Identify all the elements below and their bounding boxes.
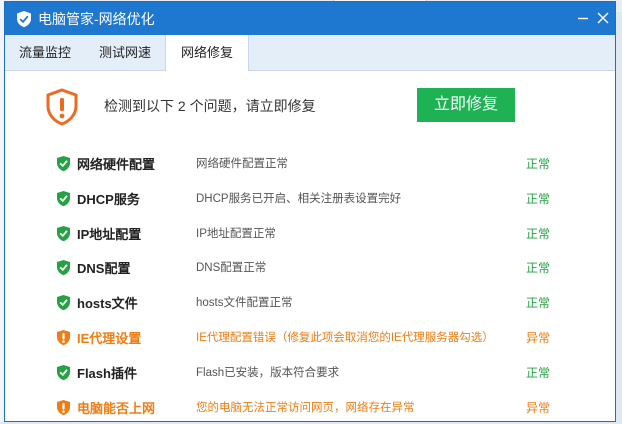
- shield-logo-icon: [17, 11, 31, 28]
- check-item-name: IE代理设置: [77, 330, 142, 346]
- check-item-description: hosts文件配置正常: [196, 297, 293, 310]
- check-shield-icon: [57, 295, 70, 311]
- check-item-status: 正常: [526, 157, 551, 171]
- problem-summary: 检测到以下 2 个问题，请立即修复 立即修复: [5, 71, 615, 139]
- check-item-description: Flash已安装，版本符合要求: [196, 366, 340, 379]
- check-item-name: DHCP服务: [77, 191, 140, 207]
- check-item-name: Flash插件: [77, 365, 137, 381]
- check-item-row: 电脑能否上网 您的电脑无法正常访问网页，网络存在异常 异常: [5, 390, 615, 424]
- check-shield-icon: [57, 190, 70, 206]
- check-item-name: 网络硬件配置: [77, 157, 156, 172]
- check-item-row: Flash插件 Flash已安装，版本符合要求 正常: [5, 355, 615, 390]
- check-item-name: hosts文件: [77, 296, 138, 312]
- tab-speed-test[interactable]: 测试网速: [85, 35, 165, 70]
- check-shield-icon: [57, 225, 70, 241]
- check-item-status: 正常: [526, 226, 551, 241]
- warning-shield-icon: [57, 329, 70, 346]
- close-icon[interactable]: [595, 10, 611, 26]
- warning-shield-icon: [57, 399, 70, 415]
- fix-now-button[interactable]: 立即修复: [417, 88, 515, 122]
- warning-shield-icon: [46, 88, 78, 126]
- check-item-status: 异常: [526, 400, 551, 415]
- check-item-name: 电脑能否上网: [77, 400, 156, 416]
- network-optimization-window: 电脑管家-网络优化 流量监控 测试网速 网络修复 检测到以下 2 个问题，请立即…: [4, 1, 616, 422]
- check-item-status: 正常: [526, 296, 551, 311]
- check-item-row: IP地址配置 IP地址配置正常 正常: [5, 216, 615, 251]
- check-item-name: IP地址配置: [77, 226, 142, 242]
- check-item-status: 异常: [526, 330, 551, 345]
- check-item-description: IE代理配置错误（修复此项会取消您的IE代理服务器勾选）: [196, 331, 494, 344]
- check-item-description: 网络硬件配置正常: [196, 158, 288, 170]
- check-shield-icon: [57, 260, 70, 276]
- check-item-description: DNS配置正常: [196, 262, 267, 275]
- minimize-icon[interactable]: [575, 10, 591, 26]
- tab-bar: 流量监控 测试网速 网络修复: [5, 35, 615, 71]
- window-title: 电脑管家-网络优化: [38, 11, 155, 27]
- check-item-row: DHCP服务 DHCP服务已开启、相关注册表设置完好 正常: [5, 181, 615, 216]
- check-item-description: DHCP服务已开启、相关注册表设置完好: [196, 192, 402, 205]
- check-shield-icon: [57, 364, 70, 380]
- problem-summary-text: 检测到以下 2 个问题，请立即修复: [104, 98, 316, 114]
- check-item-list: 网络硬件配置 网络硬件配置正常 正常 DHCP服务 DHCP服务已开启、相关注册表设置完…: [5, 146, 615, 424]
- check-item-row: DNS配置 DNS配置正常 正常: [5, 250, 615, 285]
- check-item-status: 正常: [526, 365, 551, 380]
- check-item-description: 您的电脑无法正常访问网页，网络存在异常: [196, 401, 415, 414]
- title-bar[interactable]: 电脑管家-网络优化: [5, 2, 615, 35]
- check-item-row: IE代理设置 IE代理配置错误（修复此项会取消您的IE代理服务器勾选） 异常: [5, 320, 615, 355]
- check-item-row: 网络硬件配置 网络硬件配置正常 正常: [5, 146, 615, 181]
- check-shield-icon: [57, 156, 70, 172]
- check-item-status: 正常: [526, 191, 551, 206]
- tab-network-repair[interactable]: 网络修复: [165, 35, 249, 71]
- check-item-row: hosts文件 hosts文件配置正常 正常: [5, 285, 615, 320]
- check-item-status: 正常: [526, 261, 551, 276]
- check-item-name: DNS配置: [77, 261, 131, 277]
- tab-traffic-monitor[interactable]: 流量监控: [5, 35, 85, 70]
- check-item-description: IP地址配置正常: [196, 227, 276, 240]
